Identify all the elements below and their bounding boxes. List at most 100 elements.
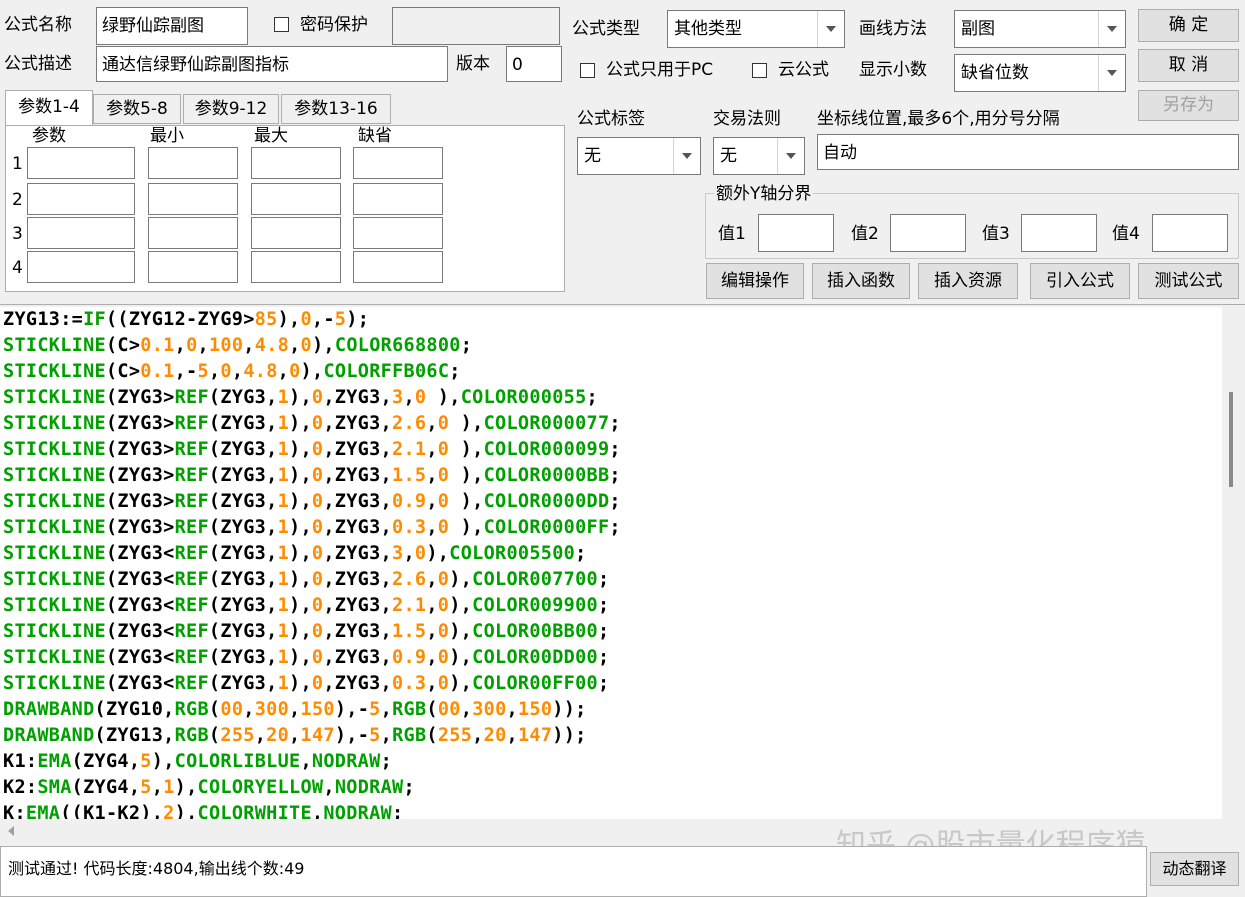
param4-max-input[interactable] — [251, 251, 341, 283]
code-token: COLOR00FF00 — [472, 673, 598, 694]
scroll-left-icon[interactable] — [8, 826, 14, 836]
password-input[interactable] — [392, 7, 560, 45]
ok-button[interactable]: 确 定 — [1138, 9, 1239, 42]
tab-params-9-12[interactable]: 参数9-12 — [183, 94, 279, 124]
decimals-select[interactable]: 缺省位数 — [954, 54, 1126, 92]
code-token: ), — [426, 387, 461, 408]
code-token: REF — [174, 543, 209, 564]
dynamic-translate-button[interactable]: 动态翻译 — [1150, 852, 1239, 886]
param3-min-input[interactable] — [148, 217, 238, 249]
code-token: (ZYG3, — [208, 517, 278, 538]
code-line[interactable]: STICKLINE(C>0.1,-5,0,4.8,0),COLORFFB06C; — [0, 359, 1222, 385]
param-header-default: 缺省 — [358, 126, 392, 146]
code-line[interactable]: STICKLINE(ZYG3>REF(ZYG3,1),0,ZYG3,0.9,0 … — [0, 489, 1222, 515]
chevron-down-icon[interactable] — [1098, 11, 1125, 47]
code-editor[interactable]: ZYG13:=IF((ZYG12-ZYG9>85),0,-5); STICKLIN… — [0, 307, 1222, 819]
code-token: (ZYG10, — [94, 699, 175, 720]
code-token: STICKLINE — [3, 413, 106, 434]
chevron-down-icon[interactable] — [817, 11, 844, 47]
tab-params-5-8[interactable]: 参数5-8 — [93, 94, 181, 124]
code-token: ; — [597, 621, 610, 642]
tab-params-13-16[interactable]: 参数13-16 — [281, 94, 391, 124]
code-line[interactable]: STICKLINE(ZYG3<REF(ZYG3,1),0,ZYG3,2.6,0)… — [0, 567, 1222, 593]
param4-name-input[interactable] — [27, 251, 135, 283]
code-line[interactable]: STICKLINE(ZYG3<REF(ZYG3,1),0,ZYG3,0.9,0)… — [0, 645, 1222, 671]
trade-rule-select[interactable]: 无 — [713, 137, 805, 175]
code-line[interactable]: STICKLINE(ZYG3<REF(ZYG3,1),0,ZYG3,3,0),C… — [0, 541, 1222, 567]
param1-name-input[interactable] — [27, 147, 135, 179]
param4-default-input[interactable] — [353, 251, 443, 283]
param2-max-input[interactable] — [251, 183, 341, 215]
version-input[interactable]: 0 — [506, 46, 562, 82]
formula-name-input[interactable]: 绿野仙踪副图 — [96, 7, 248, 45]
param4-min-input[interactable] — [148, 251, 238, 283]
tab-params-1-4[interactable]: 参数1-4 — [5, 90, 93, 126]
code-line[interactable]: STICKLINE(ZYG3>REF(ZYG3,1),0,ZYG3,2.1,0 … — [0, 437, 1222, 463]
code-line[interactable]: K2:SMA(ZYG4,5,1),COLORYELLOW,NODRAW; — [0, 775, 1222, 801]
vertical-scrollbar[interactable] — [1222, 307, 1240, 819]
code-token: 1.5 — [392, 621, 427, 642]
param1-min-input[interactable] — [148, 147, 238, 179]
param2-default-input[interactable] — [353, 183, 443, 215]
code-token: ), — [289, 491, 312, 512]
formula-type-label: 公式类型 — [572, 19, 640, 39]
formula-desc-input[interactable]: 通达信绿野仙踪副图指标 — [96, 46, 448, 82]
draw-method-select[interactable]: 副图 — [954, 10, 1126, 48]
insert-resource-button[interactable]: 插入资源 — [918, 263, 1018, 299]
code-line[interactable]: STICKLINE(ZYG3>REF(ZYG3,1),0,ZYG3,2.6,0 … — [0, 411, 1222, 437]
param3-max-input[interactable] — [251, 217, 341, 249]
yaxis-v4-input[interactable] — [1152, 214, 1228, 252]
param3-name-input[interactable] — [27, 217, 135, 249]
code-token: , — [460, 699, 473, 720]
coord-lines-input[interactable]: 自动 — [817, 134, 1239, 170]
edit-ops-button[interactable]: 编辑操作 — [706, 263, 804, 299]
param-header-name: 参数 — [32, 126, 66, 146]
yaxis-v3-input[interactable] — [1021, 214, 1097, 252]
chevron-down-icon[interactable] — [1098, 55, 1125, 91]
param2-name-input[interactable] — [27, 183, 135, 215]
param2-min-input[interactable] — [148, 183, 238, 215]
formula-tag-select[interactable]: 无 — [577, 137, 701, 175]
code-token: ,ZYG3, — [323, 595, 392, 616]
code-line[interactable]: K:EMA((K1-K2),2),COLORWHITE,NODRAW; — [0, 801, 1222, 819]
save-as-button[interactable]: 另存为 — [1138, 90, 1239, 121]
password-checkbox[interactable] — [274, 17, 289, 32]
code-line[interactable]: DRAWBAND(ZYG10,RGB(00,300,150),-5,RGB(00… — [0, 697, 1222, 723]
cloud-formula-checkbox[interactable] — [752, 63, 767, 78]
code-token: K1: — [3, 751, 38, 772]
code-line[interactable]: STICKLINE(ZYG3>REF(ZYG3,1),0,ZYG3,0.3,0 … — [0, 515, 1222, 541]
param1-default-input[interactable] — [353, 147, 443, 179]
param1-max-input[interactable] — [251, 147, 341, 179]
code-line[interactable]: STICKLINE(ZYG3<REF(ZYG3,1),0,ZYG3,2.1,0)… — [0, 593, 1222, 619]
insert-function-button[interactable]: 插入函数 — [812, 263, 910, 299]
cancel-button[interactable]: 取 消 — [1138, 49, 1239, 82]
code-line[interactable]: DRAWBAND(ZYG13,RGB(255,20,147),-5,RGB(25… — [0, 723, 1222, 749]
decimals-value: 缺省位数 — [961, 63, 1029, 83]
cloud-formula-label: 云公式 — [778, 60, 829, 80]
yaxis-v2-input[interactable] — [890, 214, 966, 252]
code-token: STICKLINE — [3, 439, 106, 460]
code-token: 0 — [437, 647, 450, 668]
chevron-down-icon[interactable] — [673, 138, 700, 174]
decimals-label: 显示小数 — [859, 60, 927, 80]
code-token: REF — [174, 647, 209, 668]
param3-default-input[interactable] — [353, 217, 443, 249]
code-line[interactable]: K1:EMA(ZYG4,5),COLORLIBLUE,NODRAW; — [0, 749, 1222, 775]
code-line[interactable]: STICKLINE(ZYG3>REF(ZYG3,1),0,ZYG3,3,0 ),… — [0, 385, 1222, 411]
pc-only-checkbox[interactable] — [580, 63, 595, 78]
code-token: ), — [289, 413, 312, 434]
code-line[interactable]: STICKLINE(ZYG3<REF(ZYG3,1),0,ZYG3,0.3,0)… — [0, 671, 1222, 697]
test-formula-button[interactable]: 测试公式 — [1138, 263, 1239, 299]
code-line[interactable]: STICKLINE(ZYG3>REF(ZYG3,1),0,ZYG3,1.5,0 … — [0, 463, 1222, 489]
vertical-scroll-thumb[interactable] — [1229, 392, 1233, 487]
code-token: ,ZYG3, — [323, 621, 392, 642]
formula-type-select[interactable]: 其他类型 — [667, 10, 845, 48]
code-token: STICKLINE — [3, 543, 106, 564]
code-line[interactable]: STICKLINE(C>0.1,0,100,4.8,0),COLOR668800… — [0, 333, 1222, 359]
code-line[interactable]: ZYG13:=IF((ZYG12-ZYG9>85),0,-5); — [0, 307, 1222, 333]
import-formula-button[interactable]: 引入公式 — [1030, 263, 1130, 299]
code-token: , — [472, 725, 484, 746]
yaxis-v1-input[interactable] — [758, 214, 834, 252]
chevron-down-icon[interactable] — [777, 138, 804, 174]
code-line[interactable]: STICKLINE(ZYG3<REF(ZYG3,1),0,ZYG3,1.5,0)… — [0, 619, 1222, 645]
